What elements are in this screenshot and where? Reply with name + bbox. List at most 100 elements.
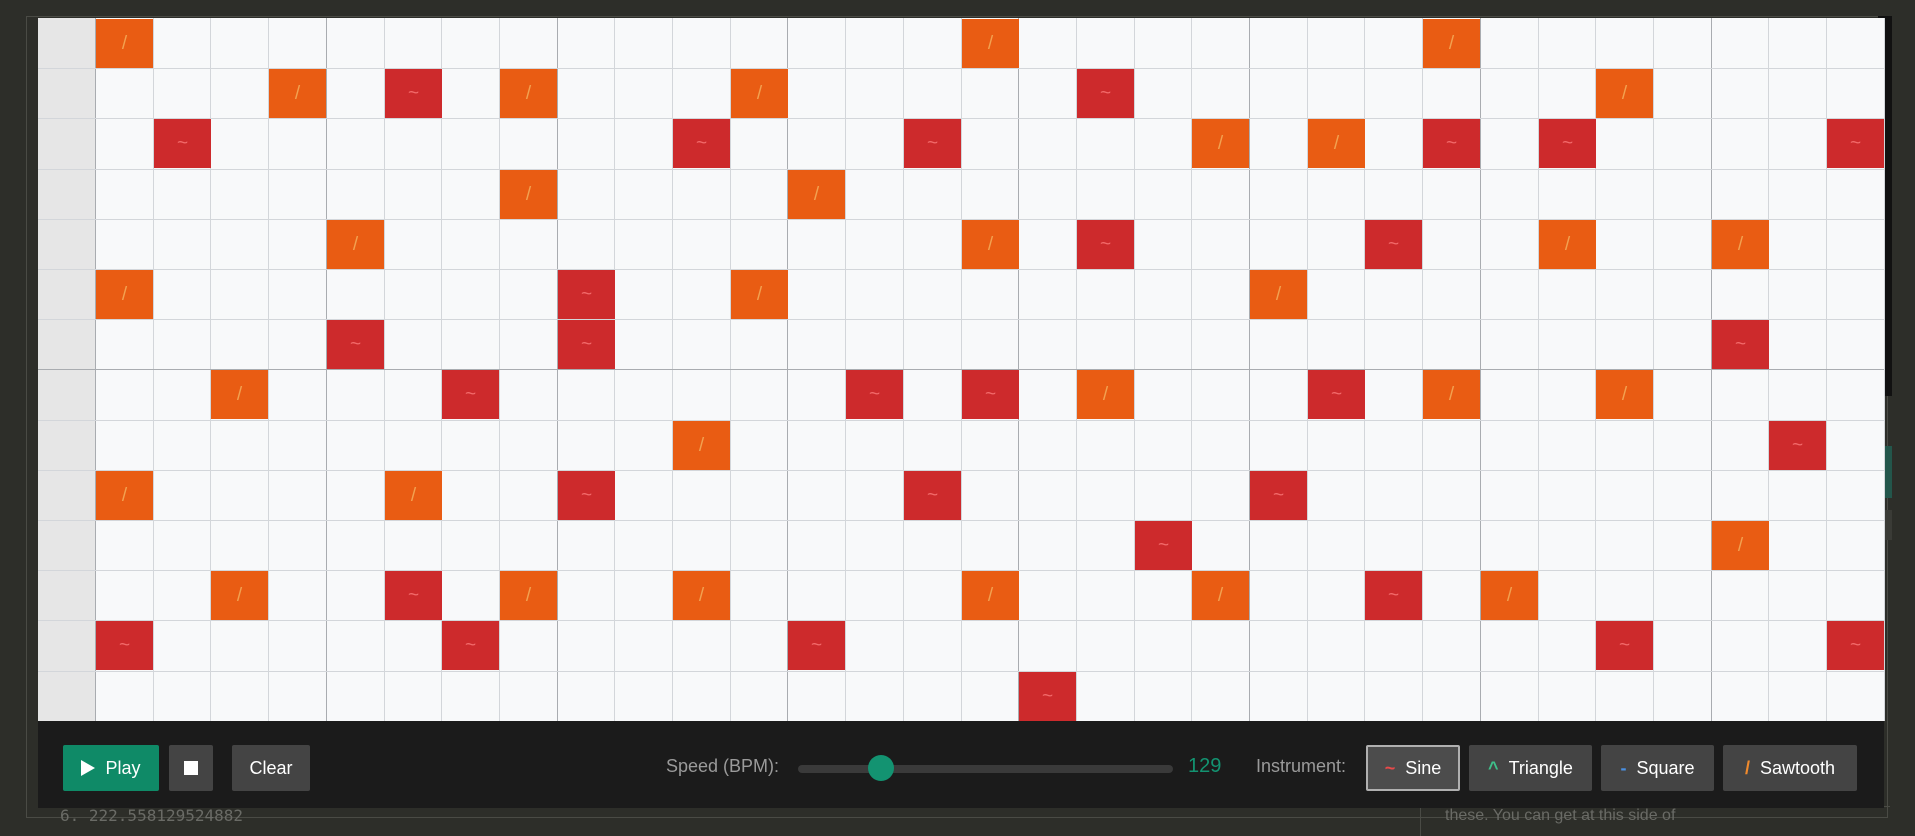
note-grid[interactable]: / / / / ~ / / ~ / ~ ~ ~ / / ~ ~ ~ / / / / ~ ~ / / / ~ / / ~ ~ ~ / ~ ~ ~ / ~ / /… (38, 18, 1885, 721)
note-cell-sine[interactable]: ~ (385, 69, 442, 118)
grid-row-line (38, 520, 1884, 521)
note-cell-sawtooth[interactable]: / (211, 370, 268, 419)
grid-row-line (38, 319, 1884, 320)
grid-row-line (38, 570, 1884, 571)
grid-column-line (1884, 18, 1885, 721)
note-cell-sine[interactable]: ~ (442, 621, 499, 670)
note-cell-sawtooth[interactable]: / (731, 270, 788, 319)
grid-row-line (38, 269, 1884, 270)
note-cell-sine[interactable]: ~ (154, 119, 211, 168)
note-cell-sine[interactable]: ~ (1019, 672, 1076, 721)
note-cell-sine[interactable]: ~ (788, 621, 845, 670)
play-icon (81, 760, 96, 776)
instrument-sine-button[interactable]: ~ Sine (1366, 745, 1460, 791)
clear-button[interactable]: Clear (232, 745, 310, 791)
note-cell-sawtooth[interactable]: / (673, 571, 730, 620)
note-cell-sawtooth[interactable]: / (673, 421, 730, 470)
note-cell-sine[interactable]: ~ (1423, 119, 1480, 168)
grid-row-line (38, 420, 1884, 421)
instrument-label: Instrument: (1256, 756, 1347, 776)
stop-button[interactable] (169, 745, 213, 791)
note-cell-sine[interactable]: ~ (1365, 571, 1422, 620)
note-cell-sine[interactable]: ~ (1827, 621, 1884, 670)
note-cell-sawtooth[interactable]: / (1596, 370, 1653, 419)
note-cell-sawtooth[interactable]: / (500, 170, 557, 219)
note-cell-sine[interactable]: ~ (442, 370, 499, 419)
note-cell-sawtooth[interactable]: / (1539, 220, 1596, 269)
speed-label: Speed (BPM): (666, 756, 780, 776)
note-cell-sawtooth[interactable]: / (1077, 370, 1134, 419)
note-cell-sawtooth[interactable]: / (1250, 270, 1307, 319)
note-cell-sine[interactable]: ~ (327, 320, 384, 369)
note-cell-sawtooth[interactable]: / (962, 19, 1019, 68)
note-cell-sawtooth[interactable]: / (385, 471, 442, 520)
note-cell-sine[interactable]: ~ (1077, 220, 1134, 269)
grid-row-line (38, 169, 1884, 170)
note-cell-sine[interactable]: ~ (1712, 320, 1769, 369)
play-button-label: Play (105, 757, 141, 778)
background-code-line: 6. 222.558129524882 (60, 806, 244, 825)
note-cell-sawtooth[interactable]: / (962, 220, 1019, 269)
note-cell-sine[interactable]: ~ (846, 370, 903, 419)
note-cell-sine[interactable]: ~ (904, 471, 961, 520)
note-cell-sawtooth[interactable]: / (327, 220, 384, 269)
sine-wave-icon: ~ (1384, 757, 1396, 778)
speed-slider-track[interactable] (798, 765, 1173, 773)
note-cell-sawtooth[interactable]: / (1712, 220, 1769, 269)
note-cell-sawtooth[interactable]: / (96, 270, 153, 319)
stop-icon (184, 761, 198, 775)
note-cell-sawtooth[interactable]: / (1712, 521, 1769, 570)
note-cell-sine[interactable]: ~ (1539, 119, 1596, 168)
note-cell-sawtooth[interactable]: / (1596, 69, 1653, 118)
note-cell-sine[interactable]: ~ (558, 270, 615, 319)
speed-slider-thumb[interactable] (868, 755, 894, 781)
note-cell-sawtooth[interactable]: / (96, 19, 153, 68)
sequencer-app: / / / / ~ / / ~ / ~ ~ ~ / / ~ ~ ~ / / / / ~ ~ / / / ~ / / ~ ~ ~ / ~ ~ ~ / ~ / /… (38, 18, 1885, 808)
note-cell-sawtooth[interactable]: / (269, 69, 326, 118)
note-cell-sawtooth[interactable]: / (1192, 119, 1249, 168)
note-cell-sawtooth[interactable]: / (500, 571, 557, 620)
instrument-sawtooth-button[interactable]: / Sawtooth (1723, 745, 1857, 791)
note-cell-sine[interactable]: ~ (96, 621, 153, 670)
note-cell-sine[interactable]: ~ (385, 571, 442, 620)
note-cell-sawtooth[interactable]: / (788, 170, 845, 219)
note-cell-sawtooth[interactable]: / (96, 471, 153, 520)
note-cell-sine[interactable]: ~ (904, 119, 961, 168)
instrument-triangle-label: Triangle (1508, 757, 1573, 778)
note-cell-sine[interactable]: ~ (558, 471, 615, 520)
note-cell-sine[interactable]: ~ (1308, 370, 1365, 419)
square-wave-icon: - (1620, 757, 1627, 778)
note-cell-sawtooth[interactable]: / (1423, 19, 1480, 68)
note-cell-sawtooth[interactable]: / (962, 571, 1019, 620)
note-cell-sawtooth[interactable]: / (731, 69, 788, 118)
grid-row-line (38, 118, 1884, 119)
note-cell-sine[interactable]: ~ (1250, 471, 1307, 520)
instrument-square-label: Square (1636, 757, 1695, 778)
instrument-triangle-button[interactable]: ^ Triangle (1469, 745, 1592, 791)
note-cell-sine[interactable]: ~ (558, 320, 615, 369)
instrument-sawtooth-label: Sawtooth (1759, 757, 1836, 778)
triangle-wave-icon: ^ (1488, 757, 1499, 778)
note-cell-sawtooth[interactable]: / (1308, 119, 1365, 168)
note-cell-sawtooth[interactable]: / (500, 69, 557, 118)
play-button[interactable]: Play (63, 745, 159, 791)
note-cell-sawtooth[interactable]: / (1481, 571, 1538, 620)
instrument-square-button[interactable]: - Square (1601, 745, 1714, 791)
note-cell-sine[interactable]: ~ (1077, 69, 1134, 118)
note-cell-sine[interactable]: ~ (1596, 621, 1653, 670)
note-cell-sine[interactable]: ~ (1769, 421, 1826, 470)
note-cell-sine[interactable]: ~ (1827, 119, 1884, 168)
note-cell-sawtooth[interactable]: / (1192, 571, 1249, 620)
note-cell-sine[interactable]: ~ (962, 370, 1019, 419)
note-cell-sine[interactable]: ~ (1365, 220, 1422, 269)
note-cell-sine[interactable]: ~ (673, 119, 730, 168)
grid-row-line (38, 671, 1884, 672)
note-cell-sine[interactable]: ~ (1135, 521, 1192, 570)
note-cell-sawtooth[interactable]: / (1423, 370, 1480, 419)
note-cell-sawtooth[interactable]: / (211, 571, 268, 620)
control-bar: Play Clear Speed (BPM): 129 Instrument: … (38, 721, 1884, 808)
sawtooth-wave-icon: / (1744, 757, 1750, 778)
grid-row-line (38, 470, 1884, 471)
background-text-panel: these. You can get at this side of (1420, 806, 1890, 836)
bpm-value: 129 (1188, 755, 1222, 777)
